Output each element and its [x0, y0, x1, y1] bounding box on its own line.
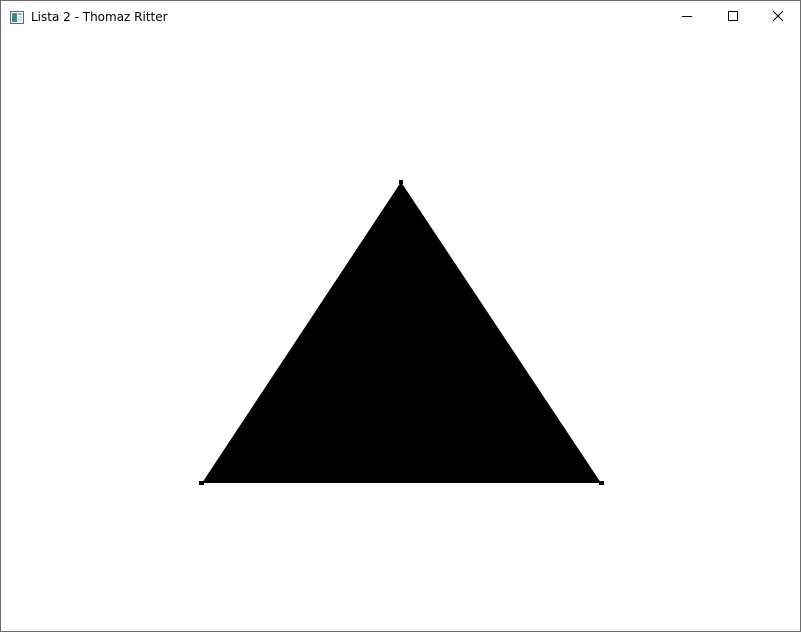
vertex-marker-bottom-right — [599, 481, 604, 485]
black-triangle — [202, 182, 601, 483]
app-window-icon — [10, 9, 24, 24]
maximize-icon — [728, 11, 738, 21]
vertex-marker-bottom-left — [199, 481, 204, 485]
window-title: Lista 2 - Thomaz Ritter — [31, 10, 168, 24]
title-bar[interactable]: Lista 2 - Thomaz Ritter — [1, 1, 800, 32]
drawing-canvas[interactable] — [1, 32, 800, 631]
maximize-button[interactable] — [710, 1, 756, 32]
close-icon — [772, 10, 784, 22]
minimize-icon — [682, 16, 692, 17]
close-button[interactable] — [755, 1, 801, 32]
app-window: Lista 2 - Thomaz Ritter — [0, 0, 801, 632]
vertex-marker-top — [399, 180, 403, 184]
minimize-button[interactable] — [664, 1, 710, 32]
canvas-svg — [199, 180, 604, 485]
